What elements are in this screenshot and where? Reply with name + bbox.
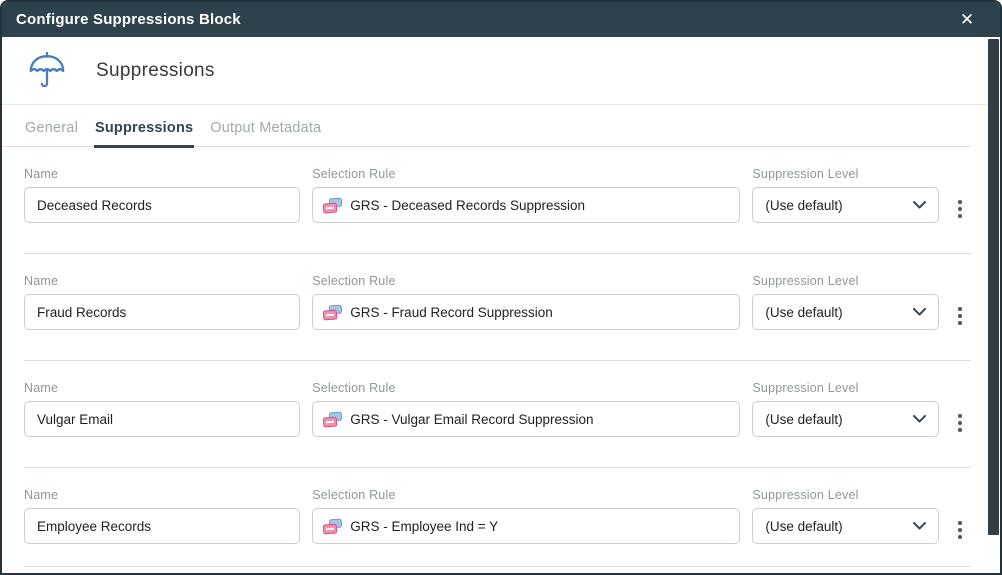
tab-output-metadata[interactable]: Output Metadata [209, 114, 322, 148]
suppression-row: Name Selection Rule GRS - Vulgar Email R… [24, 361, 971, 468]
kebab-menu-button[interactable] [949, 512, 971, 548]
tab-general[interactable]: General [24, 114, 79, 148]
rule-cards-icon [323, 198, 342, 213]
page-title: Suppressions [96, 60, 215, 82]
tab-bar: General Suppressions Output Metadata [2, 114, 971, 147]
name-label: Name [24, 488, 300, 502]
rule-cards-icon [323, 412, 342, 427]
modal-titlebar: Configure Suppressions Block ✕ [2, 2, 1000, 37]
suppression-level-select[interactable]: (Use default) [752, 401, 939, 437]
rule-cards-icon [323, 519, 342, 534]
suppressions-list: Name Selection Rule GRS - Deceased Recor… [2, 147, 971, 567]
selection-rule-value: GRS - Vulgar Email Record Suppression [350, 412, 593, 427]
name-label: Name [24, 167, 300, 181]
selection-rule-field[interactable]: GRS - Vulgar Email Record Suppression [312, 401, 740, 437]
name-input[interactable] [24, 294, 300, 330]
chevron-down-icon [913, 201, 926, 209]
suppression-level-select[interactable]: (Use default) [752, 294, 939, 330]
selection-rule-field[interactable]: GRS - Fraud Record Suppression [312, 294, 740, 330]
suppression-row: Name Selection Rule GRS - Fraud Record S… [24, 254, 971, 361]
selection-rule-label: Selection Rule [312, 167, 740, 181]
name-label: Name [24, 274, 300, 288]
selection-rule-label: Selection Rule [312, 274, 740, 288]
selection-rule-value: GRS - Deceased Records Suppression [350, 198, 585, 213]
suppression-level-label: Suppression Level [752, 488, 939, 502]
suppression-level-select[interactable]: (Use default) [752, 508, 939, 544]
scrollbar-track[interactable] [987, 37, 1000, 573]
suppression-level-label: Suppression Level [752, 167, 939, 181]
selection-rule-field[interactable]: GRS - Deceased Records Suppression [312, 187, 740, 223]
suppression-level-value: (Use default) [765, 519, 842, 534]
selection-rule-label: Selection Rule [312, 488, 740, 502]
name-label: Name [24, 381, 300, 395]
rule-cards-icon [323, 305, 342, 320]
suppression-level-label: Suppression Level [752, 274, 939, 288]
selection-rule-value: GRS - Fraud Record Suppression [350, 305, 553, 320]
chevron-down-icon [913, 308, 926, 316]
selection-rule-label: Selection Rule [312, 381, 740, 395]
selection-rule-value: GRS - Employee Ind = Y [350, 519, 498, 534]
scrollbar-thumb[interactable] [988, 39, 999, 535]
kebab-menu-button[interactable] [949, 405, 971, 441]
suppression-row: Name Selection Rule GRS - Deceased Recor… [24, 147, 971, 254]
name-input[interactable] [24, 508, 300, 544]
suppression-level-value: (Use default) [765, 305, 842, 320]
suppression-row: Name Selection Rule GRS - Employee Ind =… [24, 468, 971, 567]
name-input[interactable] [24, 401, 300, 437]
chevron-down-icon [913, 522, 926, 530]
kebab-menu-button[interactable] [949, 191, 971, 227]
umbrella-icon [26, 48, 68, 94]
suppression-level-label: Suppression Level [752, 381, 939, 395]
close-icon[interactable]: ✕ [956, 9, 978, 31]
suppression-level-select[interactable]: (Use default) [752, 187, 939, 223]
suppression-level-value: (Use default) [765, 198, 842, 213]
block-heading: Suppressions [2, 37, 1000, 105]
tab-suppressions[interactable]: Suppressions [94, 114, 194, 148]
kebab-menu-button[interactable] [949, 298, 971, 334]
configure-suppressions-modal: Configure Suppressions Block ✕ Suppressi… [0, 0, 1002, 575]
suppression-level-value: (Use default) [765, 412, 842, 427]
selection-rule-field[interactable]: GRS - Employee Ind = Y [312, 508, 740, 544]
modal-title: Configure Suppressions Block [16, 11, 241, 28]
chevron-down-icon [913, 415, 926, 423]
name-input[interactable] [24, 187, 300, 223]
